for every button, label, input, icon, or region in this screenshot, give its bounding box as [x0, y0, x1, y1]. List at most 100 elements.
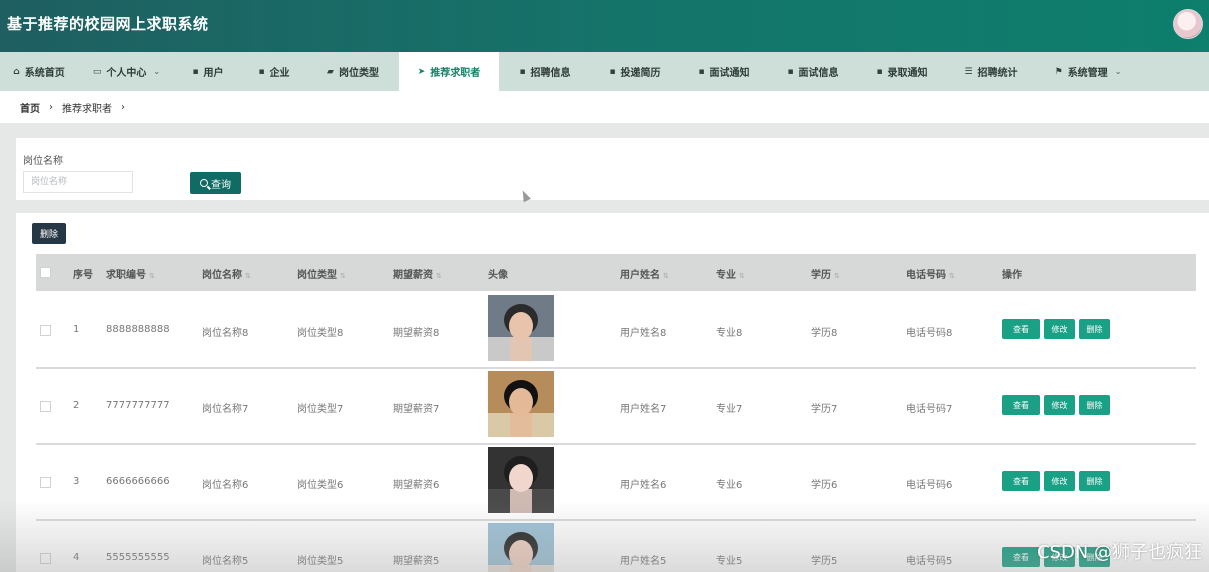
breadcrumb-separator-icon: ›	[49, 101, 53, 113]
flag-icon: ⚑	[1054, 66, 1063, 77]
avatar-photo	[488, 295, 554, 361]
nav-item-1[interactable]: ▭ 个人中心 ⌄	[78, 52, 175, 91]
app-title: 基于推荐的校园网上求职系统	[7, 15, 209, 33]
search-button[interactable]: 查询	[190, 172, 241, 194]
batch-delete-button[interactable]: 删除	[32, 223, 66, 244]
home-icon: ⌂	[13, 66, 20, 77]
nav-item-11[interactable]: ☰ 招聘统计	[947, 52, 1035, 91]
sort-icon[interactable]: ⇅	[663, 272, 669, 280]
view-button[interactable]: 查看	[1002, 547, 1040, 567]
nav-item-label: 招聘统计	[977, 68, 1018, 79]
nav-item-7[interactable]: ▪ 投递简历	[591, 52, 679, 91]
grid-icon: ▪	[609, 66, 616, 77]
cell-salary: 期望薪资5	[393, 556, 440, 567]
view-button[interactable]: 查看	[1002, 395, 1040, 415]
cell-index: 2	[73, 400, 80, 411]
nav-item-8[interactable]: ▪ 面试通知	[679, 52, 769, 91]
sort-icon[interactable]: ⇅	[149, 272, 155, 280]
edit-button[interactable]: 修改	[1044, 319, 1075, 339]
edit-button[interactable]: 修改	[1044, 395, 1075, 415]
sort-icon[interactable]: ⇅	[949, 272, 955, 280]
cell-education: 学历5	[811, 556, 838, 567]
view-button[interactable]: 查看	[1002, 471, 1040, 491]
search-panel: 岗位名称 查询	[16, 138, 1209, 200]
header-name[interactable]: 用户姓名 ⇅	[620, 266, 669, 281]
cell-phone: 电话号码6	[906, 480, 953, 491]
grid-icon: ▪	[258, 66, 265, 77]
row-checkbox[interactable]	[40, 325, 51, 336]
sort-icon[interactable]: ⇅	[245, 272, 251, 280]
watermark: CSDN @狮子也疯狂	[1036, 542, 1202, 563]
nav-item-label: 岗位类型	[338, 68, 379, 79]
delete-button[interactable]: 删除	[1079, 395, 1110, 415]
nav-item-4[interactable]: ▰ 岗位类型	[307, 52, 399, 91]
cell-major: 专业5	[716, 556, 743, 567]
cell-job-no: 8888888888	[106, 324, 170, 335]
nav-item-label: 投递简历	[620, 68, 661, 79]
select-all-checkbox[interactable]	[40, 267, 51, 278]
row-checkbox[interactable]	[40, 477, 51, 488]
cell-position: 岗位名称5	[202, 556, 249, 567]
header-phone[interactable]: 电话号码 ⇅	[906, 266, 955, 281]
edit-button[interactable]: 修改	[1044, 471, 1075, 491]
nav-item-0[interactable]: ⌂ 系统首页	[0, 52, 78, 91]
header-major-label: 专业	[716, 270, 736, 281]
header-salary[interactable]: 期望薪资 ⇅	[393, 266, 442, 281]
table-panel: 删除 序号 求职编号 ⇅ 岗位名称 ⇅ 岗位类型 ⇅ 期望薪资 ⇅ 头像 用户姓名 ⇅ 专…	[16, 213, 1209, 572]
avatar-photo	[488, 447, 554, 513]
view-button[interactable]: 查看	[1002, 319, 1040, 339]
breadcrumb-home[interactable]: 首页	[20, 100, 40, 115]
cell-major: 专业7	[716, 404, 743, 415]
sort-icon[interactable]: ⇅	[436, 272, 442, 280]
header-education[interactable]: 学历 ⇅	[811, 266, 840, 281]
row-checkbox[interactable]	[40, 401, 51, 412]
nav-item-6[interactable]: ▪ 招聘信息	[499, 52, 591, 91]
nav-item-2[interactable]: ▪ 用户	[175, 52, 241, 91]
cell-job-no: 7777777777	[106, 400, 170, 411]
cell-salary: 期望薪资7	[393, 404, 440, 415]
header-type[interactable]: 岗位类型 ⇅	[297, 266, 346, 281]
cell-type: 岗位类型7	[297, 404, 344, 415]
nav-item-label: 系统管理	[1067, 68, 1108, 79]
nav-item-label: 录取通知	[887, 68, 928, 79]
nav-item-12[interactable]: ⚑ 系统管理 ⌄	[1035, 52, 1141, 91]
chevron-down-icon: ⌄	[1114, 67, 1122, 76]
nav-item-10[interactable]: ▪ 录取通知	[857, 52, 947, 91]
header-job-no[interactable]: 求职编号 ⇅	[106, 266, 155, 281]
header-job-no-label: 求职编号	[106, 270, 146, 281]
cell-education: 学历6	[811, 480, 838, 491]
cell-phone: 电话号码7	[906, 404, 953, 415]
table-row: 3 6666666666 岗位名称6 岗位类型6 期望薪资6 用户姓名6 专业6 学历6 电话号…	[36, 444, 1196, 521]
sort-icon[interactable]: ⇅	[340, 272, 346, 280]
cell-position: 岗位名称6	[202, 480, 249, 491]
position-name-input[interactable]	[23, 171, 133, 193]
sort-icon[interactable]: ⇅	[834, 272, 840, 280]
cell-position: 岗位名称8	[202, 328, 249, 339]
nav-item-9[interactable]: ▪ 面试信息	[769, 52, 857, 91]
cell-index: 1	[73, 324, 80, 335]
header-name-label: 用户姓名	[620, 270, 660, 281]
grid-icon: ▪	[192, 66, 199, 77]
cell-type: 岗位类型5	[297, 556, 344, 567]
delete-button[interactable]: 删除	[1079, 471, 1110, 491]
nav-item-3[interactable]: ▪ 企业	[241, 52, 307, 91]
cell-name: 用户姓名5	[620, 556, 667, 567]
nav-item-5[interactable]: ➤ 推荐求职者	[399, 52, 499, 91]
grid-icon: ▪	[787, 66, 794, 77]
header-education-label: 学历	[811, 270, 831, 281]
sort-icon[interactable]: ⇅	[739, 272, 745, 280]
cell-job-no: 5555555555	[106, 552, 170, 563]
cell-job-no: 6666666666	[106, 476, 170, 487]
header-position-label: 岗位名称	[202, 270, 242, 281]
row-checkbox[interactable]	[40, 553, 51, 564]
app-header: 基于推荐的校园网上求职系统	[0, 0, 1209, 52]
list-icon: ☰	[964, 66, 973, 77]
header-major[interactable]: 专业 ⇅	[716, 266, 745, 281]
nav-item-label: 个人中心	[106, 68, 147, 79]
header-position[interactable]: 岗位名称 ⇅	[202, 266, 251, 281]
grid-icon: ▪	[519, 66, 526, 77]
breadcrumb-separator-icon: ›	[121, 101, 125, 113]
delete-button[interactable]: 删除	[1079, 319, 1110, 339]
user-avatar[interactable]	[1173, 9, 1203, 39]
cell-name: 用户姓名7	[620, 404, 667, 415]
